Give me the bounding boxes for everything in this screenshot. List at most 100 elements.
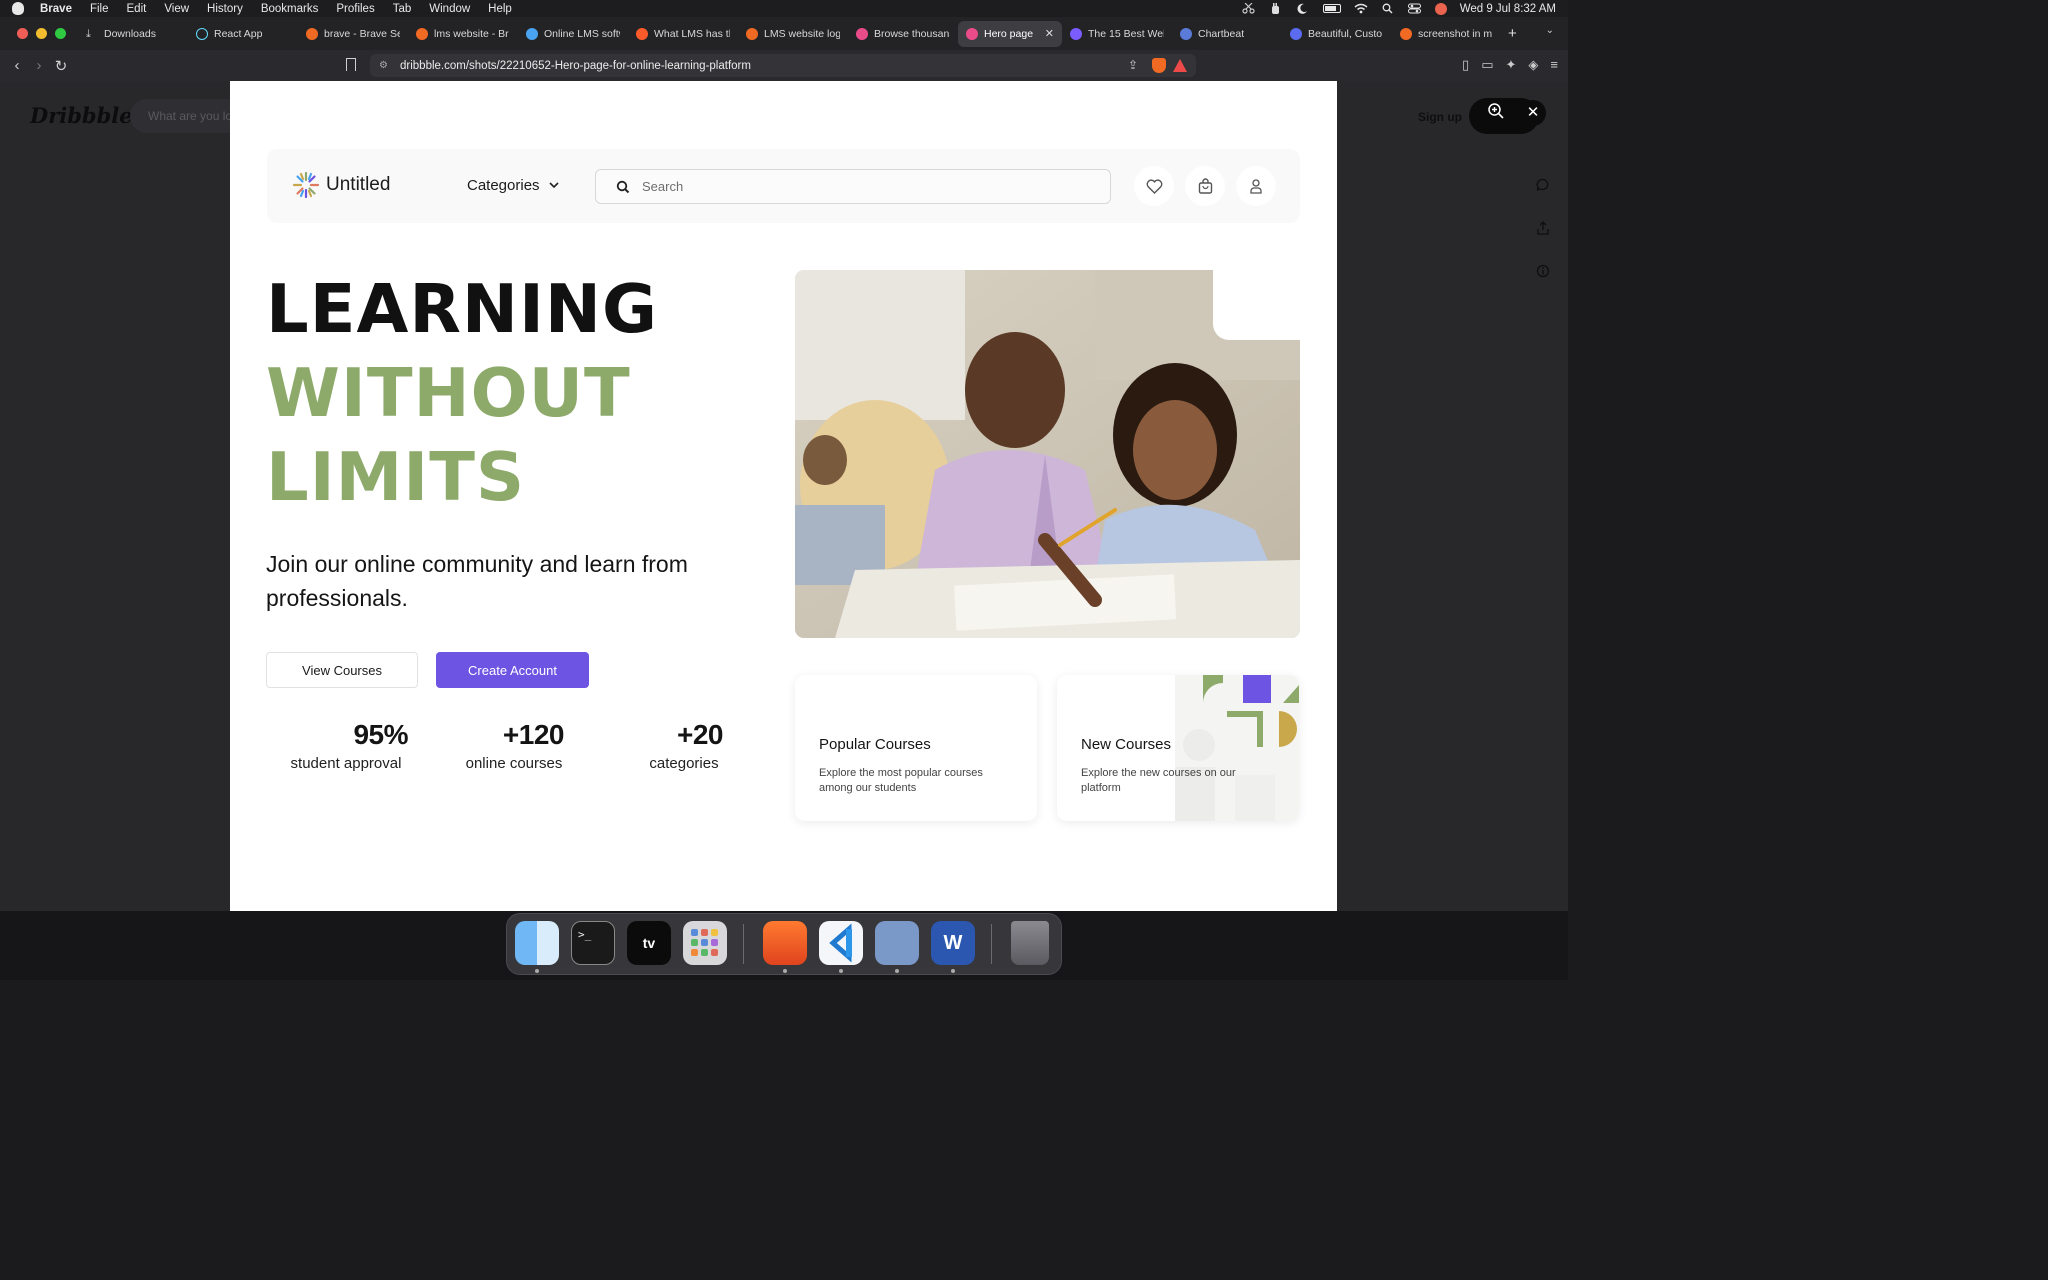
reddit-icon	[636, 27, 648, 40]
menu-edit[interactable]: Edit	[127, 3, 147, 15]
card-title: Popular Courses	[819, 736, 931, 753]
menu-history[interactable]: History	[207, 3, 243, 15]
tab-brave-search[interactable]: brave - Brave Se	[298, 21, 408, 47]
site-settings-icon[interactable]: ⚙	[379, 60, 388, 71]
apple-icon[interactable]	[12, 2, 24, 15]
search-icon	[616, 180, 630, 193]
brave-shields-icon[interactable]	[1152, 58, 1166, 73]
menubar-datetime[interactable]: Wed 9 Jul 8:32 AM	[1460, 3, 1556, 15]
tab-beautiful-custom[interactable]: Beautiful, Custo	[1282, 21, 1392, 47]
share-icon[interactable]	[1536, 221, 1552, 237]
word-icon[interactable]: W	[931, 921, 975, 965]
tab-label: What LMS has th	[654, 27, 730, 40]
new-tab-button[interactable]: +	[1508, 25, 1517, 42]
card-popular-courses[interactable]: Popular Courses Explore the most popular…	[795, 675, 1037, 821]
view-courses-button[interactable]: View Courses	[266, 652, 418, 688]
tab-label: React App	[214, 27, 263, 40]
brave-icon	[416, 27, 428, 40]
reload-icon[interactable]: ↻	[50, 57, 72, 75]
tab-label: brave - Brave Se	[324, 27, 400, 40]
leo-ai-icon[interactable]: ✦	[1506, 57, 1517, 73]
tab-hero-page-active[interactable]: Hero page fo ✕	[958, 20, 1062, 47]
running-indicator	[783, 969, 787, 973]
tab-chartbeat[interactable]: Chartbeat	[1172, 21, 1282, 47]
tab-15-best-web[interactable]: The 15 Best Web	[1062, 21, 1172, 47]
bookmark-icon[interactable]	[346, 58, 356, 71]
siri-icon[interactable]	[1434, 2, 1447, 15]
moon-icon[interactable]	[1296, 3, 1310, 14]
tab-lms-website[interactable]: lms website - Br	[408, 21, 518, 47]
menu-view[interactable]: View	[164, 3, 189, 15]
zoom-in-icon[interactable]	[1487, 102, 1505, 120]
finder-icon[interactable]	[515, 921, 559, 965]
tab-downloads[interactable]: ⤓ Downloads	[78, 21, 188, 47]
brave-rewards-icon[interactable]	[1173, 59, 1187, 72]
info-icon[interactable]	[1536, 264, 1552, 280]
cart-button[interactable]	[1185, 166, 1225, 206]
battery-icon[interactable]	[1322, 4, 1341, 13]
menu-icon[interactable]: ≡	[1550, 57, 1558, 73]
stat-label: student approval	[290, 755, 402, 772]
card-new-courses[interactable]: New Courses Explore the new courses on o…	[1057, 675, 1299, 821]
tab-label: Downloads	[104, 27, 156, 40]
dribbble-logo[interactable]: Dribbble	[30, 103, 133, 128]
tab-search-chevron-icon[interactable]: ⌄	[1546, 25, 1554, 36]
vpn-icon[interactable]: ◈	[1528, 57, 1538, 73]
site-navbar: Untitled Categories Search	[267, 149, 1300, 223]
address-bar[interactable]: ⚙ dribbble.com/shots/22210652-Hero-page-…	[370, 54, 1196, 77]
tab-browse-thousands[interactable]: Browse thousan	[848, 21, 958, 47]
brand-logo[interactable]: Untitled	[292, 171, 390, 199]
wishlist-button[interactable]	[1134, 166, 1174, 206]
close-tab-icon[interactable]: ✕	[1045, 27, 1054, 40]
brave-browser-icon[interactable]	[763, 921, 807, 965]
close-window-button[interactable]	[17, 28, 28, 39]
tab-label: Hero page fo	[984, 27, 1035, 40]
menu-bookmarks[interactable]: Bookmarks	[261, 3, 319, 15]
comment-icon[interactable]	[1536, 178, 1552, 194]
sign-up-link[interactable]: Sign up	[1418, 110, 1462, 124]
create-account-button[interactable]: Create Account	[436, 652, 589, 688]
minimize-window-button[interactable]	[36, 28, 47, 39]
vscode-icon[interactable]	[819, 921, 863, 965]
tab-react-app[interactable]: React App	[188, 21, 298, 47]
close-shot-icon[interactable]: ✕	[1520, 100, 1546, 126]
control-center-icon[interactable]	[1408, 3, 1422, 14]
tab-lms-website-log[interactable]: LMS website log	[738, 21, 848, 47]
tab-what-lms[interactable]: What LMS has th	[628, 21, 738, 47]
hand-icon[interactable]	[1269, 2, 1283, 14]
sidebar-icon[interactable]: ▯	[1462, 57, 1469, 73]
url-text[interactable]: dribbble.com/shots/22210652-Hero-page-fo…	[400, 60, 751, 72]
running-indicator	[895, 969, 899, 973]
zoom-window-button[interactable]	[55, 28, 66, 39]
heart-icon	[1146, 178, 1162, 194]
categories-dropdown[interactable]: Categories	[467, 177, 559, 194]
share-icon[interactable]: ⇪	[1128, 58, 1138, 72]
globe-icon	[526, 27, 538, 40]
back-arrow-icon[interactable]: ‹	[6, 57, 28, 74]
wallet-icon[interactable]: ▭	[1481, 57, 1493, 73]
tab-online-lms[interactable]: Online LMS softw	[518, 21, 628, 47]
menu-window[interactable]: Window	[429, 3, 470, 15]
site-search-input[interactable]: Search	[595, 169, 1111, 204]
menu-file[interactable]: File	[90, 3, 109, 15]
star-icon	[1070, 27, 1082, 40]
tab-screenshot[interactable]: screenshot in m	[1392, 21, 1502, 47]
apple-tv-icon[interactable]: tv	[627, 921, 671, 965]
terminal-icon[interactable]: >_	[571, 921, 615, 965]
spotlight-search-icon[interactable]	[1381, 3, 1395, 14]
menu-tab[interactable]: Tab	[393, 3, 412, 15]
scissors-icon[interactable]	[1242, 3, 1256, 14]
stat-value: +20	[677, 719, 724, 750]
menu-app-name[interactable]: Brave	[40, 3, 72, 15]
trash-icon[interactable]	[1011, 921, 1049, 965]
running-indicator	[839, 969, 843, 973]
profile-button[interactable]	[1236, 166, 1276, 206]
wifi-icon[interactable]	[1354, 3, 1368, 14]
xcode-tool-icon[interactable]	[875, 921, 919, 965]
shot-preview-image: Untitled Categories Search LEARNING WITH…	[230, 81, 1337, 911]
tab-label: LMS website log	[764, 27, 840, 40]
menu-help[interactable]: Help	[488, 3, 512, 15]
forward-arrow-icon[interactable]: ›	[28, 57, 50, 74]
launchpad-icon[interactable]	[683, 921, 727, 965]
menu-profiles[interactable]: Profiles	[336, 3, 374, 15]
